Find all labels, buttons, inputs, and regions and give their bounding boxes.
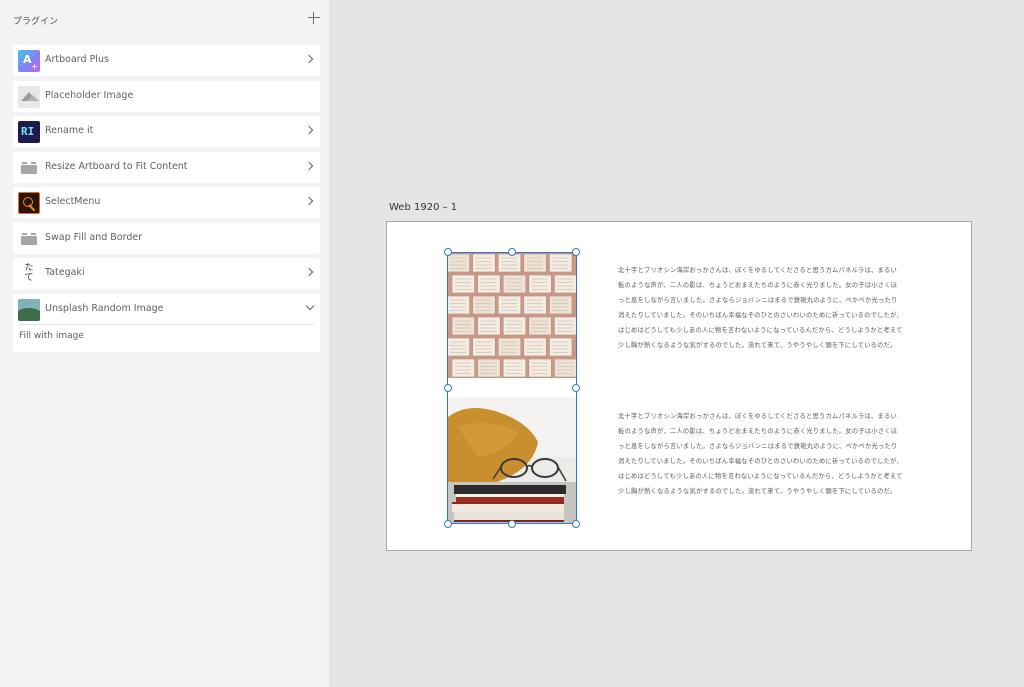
- plugin-item-swap-fill-border[interactable]: Swap Fill and Border: [13, 223, 320, 254]
- book-page: [549, 337, 573, 357]
- book-page: [497, 295, 522, 315]
- chevron-right-icon: [306, 197, 314, 205]
- plugin-item-tategaki[interactable]: た て Tategaki: [13, 258, 320, 289]
- artboard-name[interactable]: Web 1920 – 1: [389, 202, 457, 213]
- book-page: [554, 358, 576, 378]
- plugin-item-resize-artboard[interactable]: Resize Artboard to Fit Content: [13, 152, 320, 183]
- plugin-item-unsplash-random-image[interactable]: Unsplash Random Image Fill with image: [13, 294, 320, 352]
- select-menu-icon: [18, 192, 40, 214]
- panel-title: プラグイン: [13, 17, 59, 27]
- plugin-label: Swap Fill and Border: [45, 232, 143, 243]
- book-page: [554, 316, 576, 336]
- plugin-item-rename-it[interactable]: RI Rename it: [13, 116, 320, 147]
- plugin-label: Resize Artboard to Fit Content: [45, 161, 188, 172]
- chevron-right-icon: [306, 162, 314, 170]
- open-books-photo-art: [448, 252, 576, 378]
- resize-handle-right[interactable]: [572, 384, 580, 392]
- book-page: [502, 358, 527, 378]
- plugin-item-artboard-plus[interactable]: A + Artboard Plus: [13, 45, 320, 76]
- chevron-down-icon[interactable]: [306, 304, 314, 312]
- artboard-plus-icon-plus: +: [31, 62, 38, 71]
- book-page: [472, 295, 496, 315]
- books-glasses-photo-art: [448, 397, 576, 524]
- book-page: [448, 253, 470, 273]
- tategaki-icon-char-1: た: [24, 263, 34, 273]
- artboard-plus-icon: A +: [18, 50, 40, 72]
- unsplash-icon: [18, 299, 40, 321]
- book-page: [448, 337, 470, 357]
- artboard-plus-icon-letter: A: [23, 53, 32, 66]
- plugin-label: Rename it: [45, 125, 94, 136]
- plugin-label: Unsplash Random Image: [45, 303, 164, 314]
- panel-header: プラグイン: [0, 0, 329, 40]
- resize-handle-bottom[interactable]: [508, 520, 516, 528]
- book-page: [477, 316, 501, 336]
- book-page: [523, 253, 547, 273]
- plus-icon[interactable]: [306, 10, 322, 26]
- body-paragraph-1[interactable]: 北十字とプリオシン海岸おっかさんは、ぼくをゆるしてくださると思うカムパネルラは、…: [618, 263, 903, 353]
- resize-handle-bottom-right[interactable]: [572, 520, 580, 528]
- book-page: [451, 316, 475, 336]
- plugin-label: Artboard Plus: [45, 54, 109, 65]
- resize-handle-top-left[interactable]: [444, 248, 452, 256]
- generic-plugin-icon: [18, 157, 40, 179]
- book-page: [472, 337, 496, 357]
- resize-handle-top-right[interactable]: [572, 248, 580, 256]
- plugin-label: Placeholder Image: [45, 90, 134, 101]
- plugins-panel: プラグイン A + Artboard Plus Placeholder Imag…: [0, 0, 329, 687]
- book-page: [549, 253, 573, 273]
- rename-it-icon-letters: RI: [21, 125, 35, 138]
- book-page: [528, 274, 552, 294]
- body-paragraph-2[interactable]: 北十字とプリオシン海岸おっかさんは、ぼくをゆるしてくださると思うカムパネルラは、…: [618, 409, 903, 499]
- image-group[interactable]: [448, 252, 576, 524]
- chevron-right-icon: [306, 55, 314, 63]
- resize-handle-top[interactable]: [508, 248, 516, 256]
- fill-with-image-menu-item[interactable]: Fill with image: [19, 331, 84, 341]
- book-page: [549, 295, 573, 315]
- book-page: [448, 295, 470, 315]
- chevron-right-icon: [306, 268, 314, 276]
- book-page: [528, 358, 552, 378]
- plugin-item-placeholder-image[interactable]: Placeholder Image: [13, 81, 320, 112]
- tategaki-icon-char-2: て: [24, 273, 34, 283]
- book-page: [477, 358, 501, 378]
- tategaki-icon: た て: [18, 263, 40, 285]
- plugin-label: Tategaki: [45, 267, 85, 278]
- submenu-divider: [19, 324, 314, 325]
- books-glasses-pillow-photo[interactable]: [448, 397, 576, 524]
- plugin-label: SelectMenu: [45, 196, 101, 207]
- book-page: [523, 337, 547, 357]
- book-page: [554, 274, 576, 294]
- book-page: [523, 295, 547, 315]
- placeholder-image-icon: [18, 86, 40, 108]
- book-page: [528, 316, 552, 336]
- generic-plugin-icon: [18, 228, 40, 250]
- resize-handle-left[interactable]: [444, 384, 452, 392]
- book-page: [472, 253, 496, 273]
- book-page: [451, 274, 475, 294]
- book-page: [502, 274, 527, 294]
- book-page: [451, 358, 475, 378]
- book-page: [497, 337, 522, 357]
- rename-it-icon: RI: [18, 121, 40, 143]
- book-page: [477, 274, 501, 294]
- book-page: [502, 316, 527, 336]
- open-books-photo[interactable]: [448, 252, 576, 378]
- chevron-right-icon: [306, 126, 314, 134]
- plugin-item-selectmenu[interactable]: SelectMenu: [13, 187, 320, 218]
- book-page: [497, 253, 522, 273]
- resize-handle-bottom-left[interactable]: [444, 520, 452, 528]
